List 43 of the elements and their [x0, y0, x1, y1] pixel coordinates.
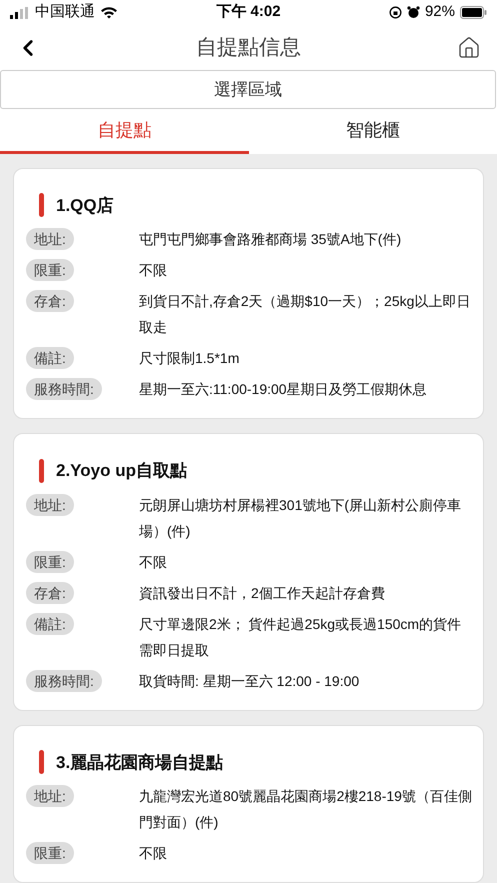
region-selector[interactable]: 選擇區域 [0, 70, 496, 110]
store-title: 1.QQ店 [56, 194, 114, 216]
field-label: 限重: [26, 842, 74, 864]
field-value: 元朗屏山塘坊村屏楊裡301號地下(屏山新村公廁停車場）(件) [139, 496, 462, 541]
field-label: 存倉: [26, 582, 74, 604]
battery-percent: 92% [424, 2, 455, 22]
field-label: 備註: [26, 612, 74, 634]
field-value: 尺寸限制1.5*1m [139, 349, 240, 368]
field-label: 地址: [26, 785, 74, 807]
battery-icon [460, 6, 487, 20]
field-label: 限重: [26, 259, 74, 281]
field-label: 地址: [26, 494, 74, 516]
field-value: 尺寸單邊限2米； 貨件起過25kg或長過150cm的貨件需即日提取 [139, 614, 462, 660]
title-accent-bar [39, 193, 44, 218]
alarm-icon [406, 6, 420, 20]
page-title: 自提點信息 [196, 34, 301, 61]
field-label: 地址: [26, 228, 74, 250]
field-label: 限重: [26, 550, 74, 572]
field-value: 星期一至六:11:00-19:00星期日及勞工假期休息 [139, 380, 427, 399]
store-title: 2.Yoyo up自取點 [56, 460, 187, 482]
field-value: 不限 [139, 552, 167, 572]
field-value: 屯門屯門鄉事會路雅都商場 35號A地下(件) [139, 230, 402, 249]
rotation-lock-icon [388, 6, 402, 20]
signal-icon [10, 6, 30, 19]
title-accent-bar [39, 458, 44, 483]
status-time: 下午 4:02 [216, 2, 281, 22]
store-title: 3.麗晶花園商場自提點 [56, 752, 224, 774]
field-label: 服務時間: [26, 378, 102, 400]
field-label: 存倉: [26, 290, 74, 312]
field-value: 取貨時間: 星期一至六 12:00 - 19:00 [139, 672, 360, 690]
field-label: 服務時間: [26, 670, 102, 692]
wifi-icon [100, 6, 118, 20]
field-label: 備註: [26, 347, 74, 369]
field-value: 到貨日不計,存倉2天（過期$10一天）；25kg以上即日取走 [139, 292, 472, 337]
field-value: 九龍灣宏光道80號麗晶花園商場2樓218-19號（百佳側門對面）(件) [139, 787, 473, 832]
carrier-name: 中国联通 [35, 2, 95, 22]
title-accent-bar [39, 750, 44, 774]
field-value: 不限 [139, 844, 167, 863]
field-value: 不限 [139, 261, 167, 280]
home-icon [457, 36, 481, 60]
tab[interactable]: 自提點 [0, 111, 248, 154]
tab[interactable]: 智能櫃 [248, 111, 497, 154]
field-value: 資訊發出日不計，2個工作天起計存倉費 [139, 584, 385, 602]
